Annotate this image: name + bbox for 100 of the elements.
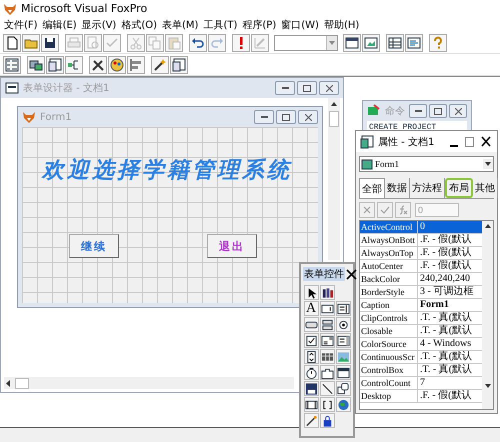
line-icon[interactable] <box>320 382 334 396</box>
menu-item[interactable]: 表单(M) <box>161 18 200 32</box>
properties-window-icon[interactable] <box>172 58 186 72</box>
properties-window-icon[interactable] <box>48 58 62 72</box>
bound-ole-icon[interactable] <box>304 382 318 396</box>
minimize-button[interactable] <box>254 110 274 124</box>
menu-item[interactable]: 程序(P) <box>241 18 278 32</box>
down-arrow-icon <box>482 381 492 390</box>
undo-arrow-icon[interactable] <box>191 36 205 50</box>
property-row[interactable]: BorderStyle 3 - 可调边框 <box>360 286 482 299</box>
property-name: ContinuousScr <box>360 351 418 363</box>
scrollbar-thumb[interactable] <box>329 111 339 127</box>
menu-item[interactable]: 工具(T) <box>202 18 238 32</box>
property-row[interactable]: ActiveControl 0 <box>360 221 482 234</box>
minimize-button[interactable] <box>409 104 427 118</box>
combo-box-icon[interactable] <box>320 334 334 348</box>
menu-item[interactable]: 显示(V) <box>80 18 118 32</box>
close-button[interactable] <box>345 267 358 281</box>
fox-icon <box>22 110 36 124</box>
property-row[interactable]: AlwaysOnTop .F. - 假(默认 <box>360 247 482 260</box>
scrollbar-thumb[interactable] <box>15 378 29 388</box>
list-box-icon[interactable] <box>336 334 350 348</box>
minimize-icon <box>414 110 422 112</box>
close-icon <box>345 268 358 280</box>
property-name: Closable <box>360 325 418 337</box>
maximize-icon <box>465 136 474 146</box>
stopwatch-icon[interactable] <box>304 366 318 380</box>
dropdown-arrow-icon <box>483 159 493 169</box>
tab[interactable]: 数据 <box>385 178 410 198</box>
maximize-icon <box>282 114 290 120</box>
checkbox-icon[interactable] <box>304 334 318 348</box>
list-icon[interactable] <box>5 58 19 72</box>
property-row[interactable]: AutoCenter .F. - 假(默认 <box>360 260 482 273</box>
database-window-icon[interactable] <box>29 58 43 72</box>
toolbar-title: 表单控件 <box>303 267 345 281</box>
command-button[interactable]: 继续 <box>69 234 119 258</box>
align-left-icon[interactable] <box>129 58 143 72</box>
books-icon[interactable] <box>320 286 334 300</box>
window-icon[interactable] <box>345 36 359 50</box>
shape-icon[interactable] <box>336 382 350 396</box>
spinner-icon[interactable] <box>304 350 318 364</box>
property-row[interactable]: ClipControls .T. - 真(默认 <box>360 312 482 325</box>
builder-wand-icon[interactable] <box>304 414 318 428</box>
maximize-button[interactable] <box>276 110 296 124</box>
property-value: 3 - 可调边框 <box>419 286 474 298</box>
minimize-icon <box>282 87 288 89</box>
menu-item[interactable]: 格式(O) <box>120 18 158 32</box>
palette-icon[interactable] <box>110 58 124 72</box>
property-row[interactable]: Caption Form1 <box>360 299 482 312</box>
question-mark-icon[interactable] <box>431 36 445 50</box>
close-button[interactable] <box>449 104 467 118</box>
property-row[interactable]: ContinuousScr .T. - 真(默认 <box>360 351 482 364</box>
property-row[interactable]: Closable .T. - 真(默认 <box>360 325 482 338</box>
property-row[interactable]: BackColor 240,240,240 <box>360 273 482 286</box>
property-row[interactable]: AlwaysOnBott .F. - 假(默认 <box>360 234 482 247</box>
vertical-scrollbar[interactable] <box>328 98 340 260</box>
node-tree-icon[interactable] <box>67 58 81 72</box>
ole-container-icon[interactable] <box>336 366 350 380</box>
globe-icon[interactable] <box>336 398 350 412</box>
command-button[interactable]: 退出 <box>207 234 257 258</box>
object-dropdown[interactable]: Form1 <box>359 156 494 172</box>
form-icon <box>361 158 373 170</box>
property-row[interactable]: ControlCount 7 <box>360 377 482 390</box>
minimize-button[interactable] <box>275 81 295 95</box>
maximize-button[interactable] <box>297 81 317 95</box>
form-heading: 欢迎选择学籍管理系统 <box>42 156 292 185</box>
menu-item[interactable]: 编辑(E) <box>42 18 78 32</box>
close-button[interactable] <box>319 81 339 95</box>
label-tool-button[interactable]: A <box>306 302 316 316</box>
property-value: .T. - 真(默认 <box>419 351 472 363</box>
tab[interactable]: 全部 <box>359 178 385 198</box>
option-group-icon[interactable] <box>320 318 334 332</box>
property-name: ControlCount <box>360 377 418 389</box>
document-icon[interactable] <box>5 36 19 50</box>
tab[interactable]: 布局 <box>445 178 473 198</box>
vertical-scrollbar[interactable] <box>482 221 493 409</box>
code-window-icon[interactable] <box>407 36 421 50</box>
close-icon <box>304 114 312 120</box>
tab[interactable]: 方法程 <box>410 178 445 198</box>
maximize-button[interactable] <box>429 104 447 118</box>
window-picture-icon[interactable] <box>364 36 378 50</box>
property-row[interactable]: ColorSource 4 - Windows <box>360 338 482 351</box>
property-value: .F. - 假(默认 <box>419 390 472 402</box>
menu-item[interactable]: 帮助(H) <box>322 18 360 32</box>
menu-item[interactable]: 文件(F) <box>3 18 39 32</box>
property-name: ControlBox <box>360 364 418 376</box>
dropdown-field[interactable] <box>274 34 338 50</box>
property-name: ActiveControl <box>360 221 418 233</box>
command-line: CREATE PROJECT <box>368 122 438 134</box>
properties-icon <box>360 134 374 148</box>
magic-wand-icon[interactable] <box>153 58 167 72</box>
edit-box-icon[interactable] <box>336 302 350 316</box>
table-icon[interactable] <box>388 36 402 50</box>
close-button[interactable] <box>298 110 318 124</box>
close-icon <box>454 108 462 114</box>
property-row[interactable]: ControlBox .T. - 真(默认 <box>360 364 482 377</box>
tab[interactable]: 其他 <box>473 178 498 198</box>
property-row[interactable]: Desktop .F. - 假(默认 <box>360 390 482 403</box>
horizontal-scrollbar[interactable] <box>4 377 294 389</box>
menu-item[interactable]: 窗口(W) <box>280 18 320 32</box>
